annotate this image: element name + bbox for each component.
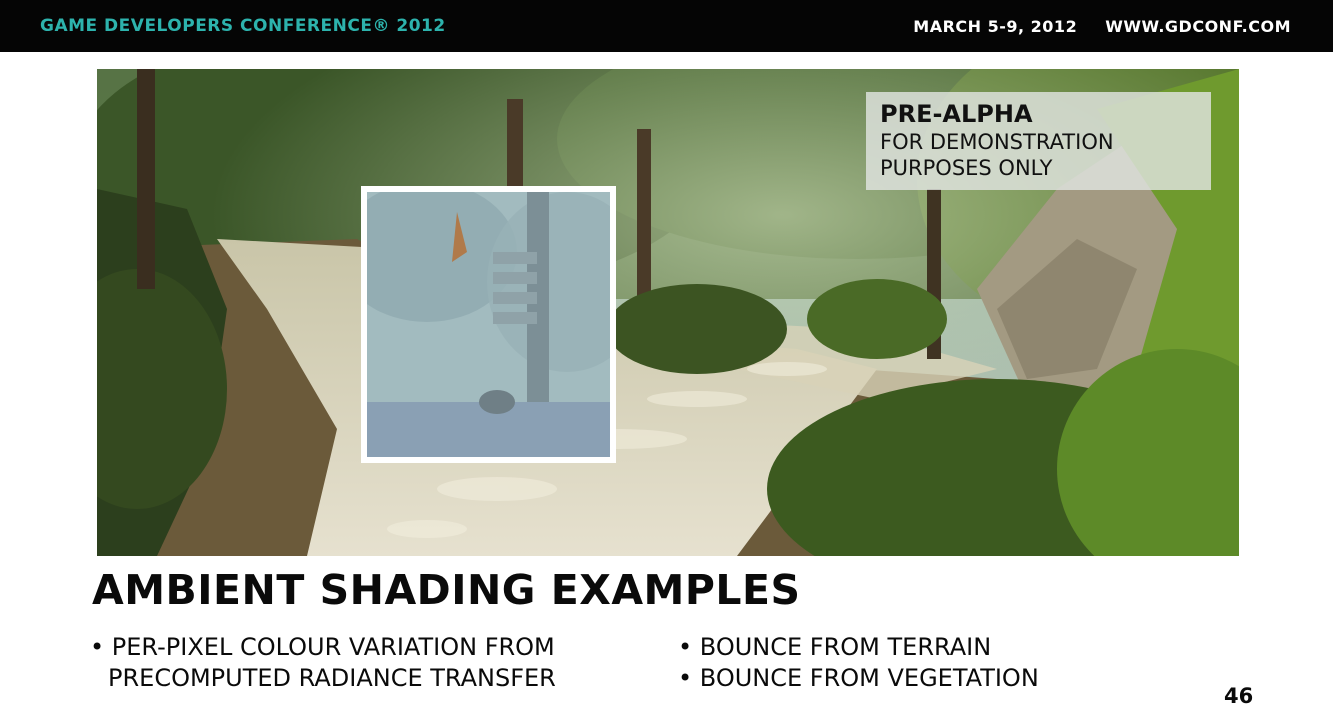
page-number: 46: [1224, 684, 1254, 708]
ambient-shading-inset: [361, 186, 616, 463]
badge-title: PRE-ALPHA: [880, 100, 1033, 128]
bullet-item: • PER-PIXEL COLOUR VARIATION FROM: [90, 633, 555, 661]
conference-title: GAME DEVELOPERS CONFERENCE® 2012: [40, 16, 446, 36]
bullet-item: • BOUNCE FROM TERRAIN: [678, 633, 992, 661]
inset-illustration: [367, 192, 610, 457]
bullet-list-right: • BOUNCE FROM TERRAIN • BOUNCE FROM VEGE…: [678, 632, 1039, 694]
conference-website: WWW.GDCONF.COM: [1105, 16, 1291, 36]
badge-line-2: FOR DEMONSTRATION: [880, 130, 1114, 154]
pre-alpha-badge: PRE-ALPHA FOR DEMONSTRATION PURPOSES ONL…: [866, 92, 1211, 190]
bullet-item-continuation: PRECOMPUTED RADIANCE TRANSFER: [108, 664, 556, 692]
header-right: MARCH 5-9, 2012 WWW.GDCONF.COM: [913, 17, 1291, 36]
slide-header: GAME DEVELOPERS CONFERENCE® 2012 MARCH 5…: [0, 0, 1333, 52]
badge-line-3: PURPOSES ONLY: [880, 156, 1053, 180]
bullet-list-left: • PER-PIXEL COLOUR VARIATION FROM PRECOM…: [90, 632, 556, 694]
conference-dates: MARCH 5-9, 2012: [913, 16, 1078, 36]
bullet-item: • BOUNCE FROM VEGETATION: [678, 664, 1039, 692]
slide-title: AMBIENT SHADING EXAMPLES: [92, 566, 801, 614]
